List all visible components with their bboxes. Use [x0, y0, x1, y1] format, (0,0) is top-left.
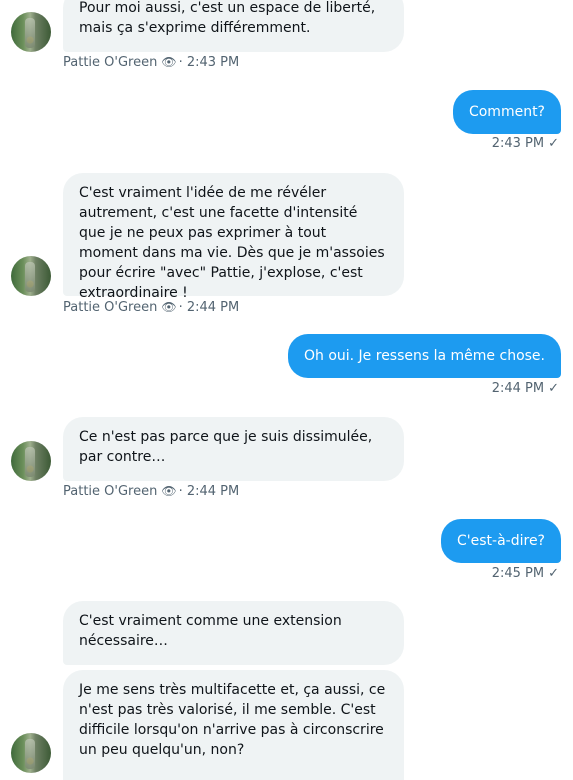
message-text: Comment?	[468, 104, 545, 120]
author-name: Pattie O'Green	[63, 55, 158, 70]
timestamp: 2:43 PM	[491, 136, 545, 151]
message-meta: Pattie O'Green 👁 · 2:44 PM	[63, 484, 240, 499]
incoming-message[interactable]: Pour moi aussi, c'est un espace de liber…	[63, 0, 404, 52]
incoming-message[interactable]: C'est vraiment comme une extension néces…	[63, 601, 404, 665]
message-meta: 2:44 PM ✓	[492, 381, 559, 397]
message-meta: Pattie O'Green 👁 · 2:43 PM	[63, 55, 240, 70]
checkmark-icon: ✓	[548, 381, 559, 396]
outgoing-message[interactable]: C'est-à-dire?	[441, 519, 561, 563]
checkmark-icon: ✓	[548, 566, 559, 581]
timestamp: 2:44 PM	[186, 484, 240, 499]
author-name: Pattie O'Green	[63, 484, 158, 499]
message-text: C'est vraiment comme une extension néces…	[79, 613, 342, 649]
timestamp: 2:44 PM	[491, 381, 545, 396]
eye-icon: 👁	[161, 55, 177, 69]
message-text: Oh oui. Je ressens la même chose.	[303, 348, 545, 364]
message-meta: 2:43 PM ✓	[492, 136, 559, 152]
outgoing-message[interactable]: Comment?	[452, 90, 561, 134]
timestamp: 2:45 PM	[491, 566, 545, 581]
checkmark-icon: ✓	[548, 136, 559, 151]
author-name: Pattie O'Green	[63, 300, 158, 315]
avatar[interactable]	[11, 441, 51, 481]
message-meta: Pattie O'Green 👁 · 2:44 PM	[63, 300, 240, 315]
avatar[interactable]	[11, 256, 51, 296]
message-meta: 2:45 PM ✓	[492, 566, 559, 582]
eye-icon: 👁	[161, 300, 177, 314]
message-text: C'est-à-dire?	[457, 533, 545, 549]
avatar[interactable]	[11, 733, 51, 773]
message-text: Ce n'est pas parce que je suis dissimulé…	[79, 429, 373, 465]
outgoing-message[interactable]: Oh oui. Je ressens la même chose.	[287, 334, 561, 378]
message-text: Je me sens très multifacette et, ça auss…	[79, 682, 386, 758]
incoming-message[interactable]: Je me sens très multifacette et, ça auss…	[63, 670, 404, 780]
incoming-message[interactable]: C'est vraiment l'idée de me révéler autr…	[63, 173, 404, 301]
timestamp: 2:43 PM	[186, 55, 240, 70]
message-text: Pour moi aussi, c'est un espace de liber…	[79, 0, 376, 36]
eye-icon: 👁	[161, 484, 177, 498]
avatar[interactable]	[11, 12, 51, 52]
incoming-message[interactable]: Ce n'est pas parce que je suis dissimulé…	[63, 417, 404, 481]
timestamp: 2:44 PM	[186, 300, 240, 315]
message-text: C'est vraiment l'idée de me révéler autr…	[79, 185, 385, 301]
